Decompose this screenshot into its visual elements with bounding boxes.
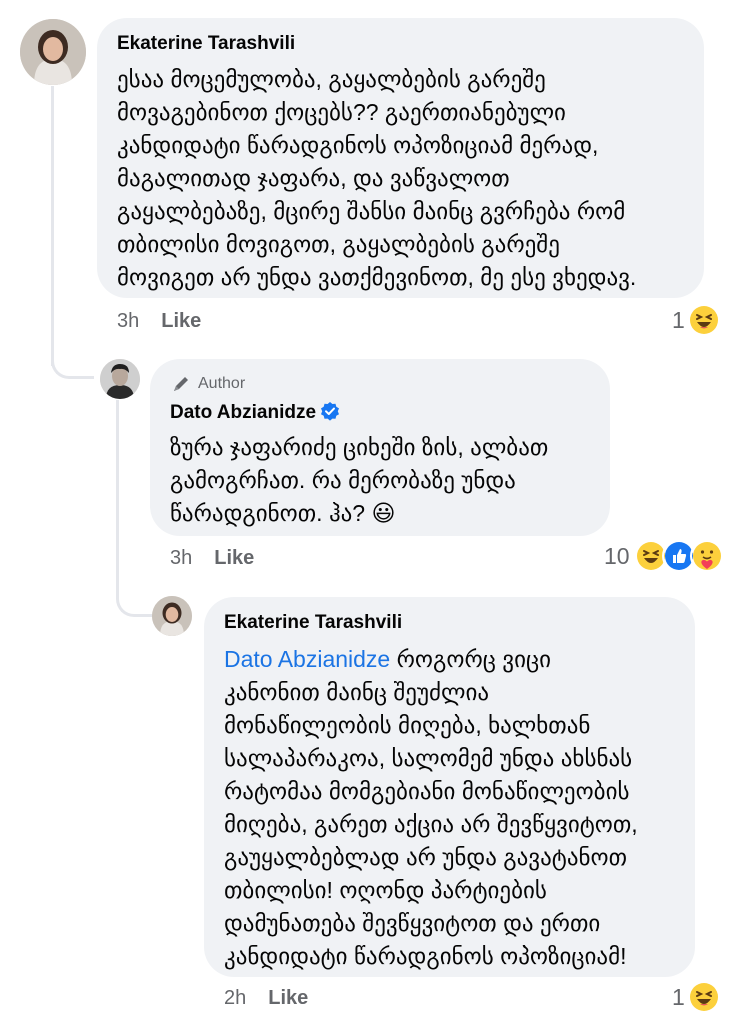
comment-text: ესაა მოცემულობა, გაყალბების გარეშე მოვაგ… [117, 63, 684, 294]
avatar-ekaterine[interactable] [20, 19, 86, 85]
comment-line: გაუყალბებლად არ უნდა გავატანოთ [224, 844, 628, 870]
profile-photo-icon [100, 359, 140, 399]
comment-text: Dato Abzianidze როგორც ვიცი კანონით მაინ… [224, 643, 675, 973]
comment-text: ზურა ჯაფარიძე ციხეში ზის, ალბათ გამოგრჩა… [170, 431, 590, 530]
haha-reaction-icon [689, 982, 719, 1012]
like-button[interactable]: Like [214, 547, 254, 570]
author-badge: Author [170, 373, 590, 395]
comment-bubble-3: Ekaterine Tarashvili Dato Abzianidze როგ… [204, 597, 695, 977]
comment-author-name[interactable]: Ekaterine Tarashvili [117, 32, 684, 56]
comment-bubble-2: Author Dato Abzianidze ზურა ჯაფარიძე ციხ… [150, 359, 610, 536]
comment-line: მაგალითად ჯაფარა, და ვაწვალოთ [117, 165, 510, 191]
profile-photo-icon [152, 596, 192, 636]
thread-line-reply [116, 400, 119, 598]
comment-line: სალაპარაკოა, სალომემ უნდა ახსნას [224, 745, 633, 771]
comment-line: წარადგინოთ. ჰა? 😃 [170, 500, 396, 526]
comment-line: ზურა ჯაფარიძე ციხეში ზის, ალბათ [170, 434, 549, 460]
like-button[interactable]: Like [161, 310, 201, 333]
avatar-dato[interactable] [100, 359, 140, 399]
reaction-count: 1 [672, 983, 685, 1010]
comment-line: მოვაგებინოთ ქოცებს?? გაერთიანებული [117, 99, 566, 125]
comment-author-name[interactable]: Ekaterine Tarashvili [224, 611, 675, 635]
comment-bubble-1: Ekaterine Tarashvili ესაა მოცემულობა, გა… [97, 18, 704, 298]
verified-badge-icon [321, 402, 340, 421]
comment-meta-2: 3h Like [170, 544, 254, 572]
comment-line: გამოგრჩათ. რა მერობაზე უნდა [170, 467, 516, 493]
comment-line: გაყალბებაზე, მცირე შანსი მაინც გვრჩება რ… [117, 198, 626, 224]
thread-line-curve-1 [51, 352, 94, 379]
comment-line: კანდიდატი წარადგინოს ოპოზიციამ მერად, [117, 132, 599, 158]
comment-timestamp[interactable]: 3h [117, 310, 139, 333]
comment-timestamp[interactable]: 2h [224, 987, 246, 1010]
comment-line: Dato Abzianidze როგორც ვიცი [224, 643, 675, 676]
comment-line: მოვიგეთ არ უნდა ვათქმევინოთ, მე ესე ვხედ… [117, 264, 637, 290]
comment-timestamp[interactable]: 3h [170, 547, 192, 570]
haha-reaction-icon [689, 305, 719, 335]
thread-line-main [51, 86, 54, 366]
comment-line: კანდიდატი წარადგინოს ოპოზიციამ! [224, 943, 627, 969]
comment-line: მონაწილეობის მიღება, ხალხთან [224, 712, 591, 738]
comment-line: თბილისი მოვიგოთ, გაყალბების გარეშე [117, 231, 560, 257]
comment-meta-3: 2h Like [224, 984, 308, 1012]
reaction-count: 10 [604, 542, 630, 569]
reaction-icon-stack [633, 539, 724, 573]
comment-line: თბილისი! ოღონდ პარტიების [224, 877, 547, 903]
author-badge-label: Author [198, 375, 246, 392]
avatar-ekaterine-reply[interactable] [152, 596, 192, 636]
reaction-count: 1 [672, 306, 685, 333]
comment-line: ესაა მოცემულობა, გაყალბების გარეშე [117, 66, 546, 92]
care-reaction-icon [689, 539, 724, 573]
reaction-summary-3[interactable]: 1 [672, 981, 719, 1013]
profile-photo-icon [20, 19, 86, 85]
mention-link[interactable]: Dato Abzianidze [224, 646, 390, 672]
comment-line: დამუნათება შევწყვიტოთ და ერთი [224, 910, 601, 936]
comment-author-name[interactable]: Dato Abzianidze [170, 401, 590, 425]
thread-line-curve-2 [116, 590, 153, 617]
comment-author-text: Dato Abzianidze [170, 402, 317, 423]
comment-line-rest: როგორც ვიცი [390, 646, 552, 672]
comment-line: კანონით მაინც შეუძლია [224, 679, 490, 705]
comment-line: რატომაა მომგებიანი მონაწილეობის [224, 778, 630, 804]
reaction-summary-2[interactable]: 10 [604, 539, 724, 573]
pen-icon [174, 377, 188, 391]
comment-meta-1: 3h Like [117, 307, 201, 335]
comment-line: მიღება, გარეთ აქცია არ შევწყვიტოთ, [224, 811, 638, 837]
like-button[interactable]: Like [268, 987, 308, 1010]
reaction-summary-1[interactable]: 1 [672, 304, 719, 336]
